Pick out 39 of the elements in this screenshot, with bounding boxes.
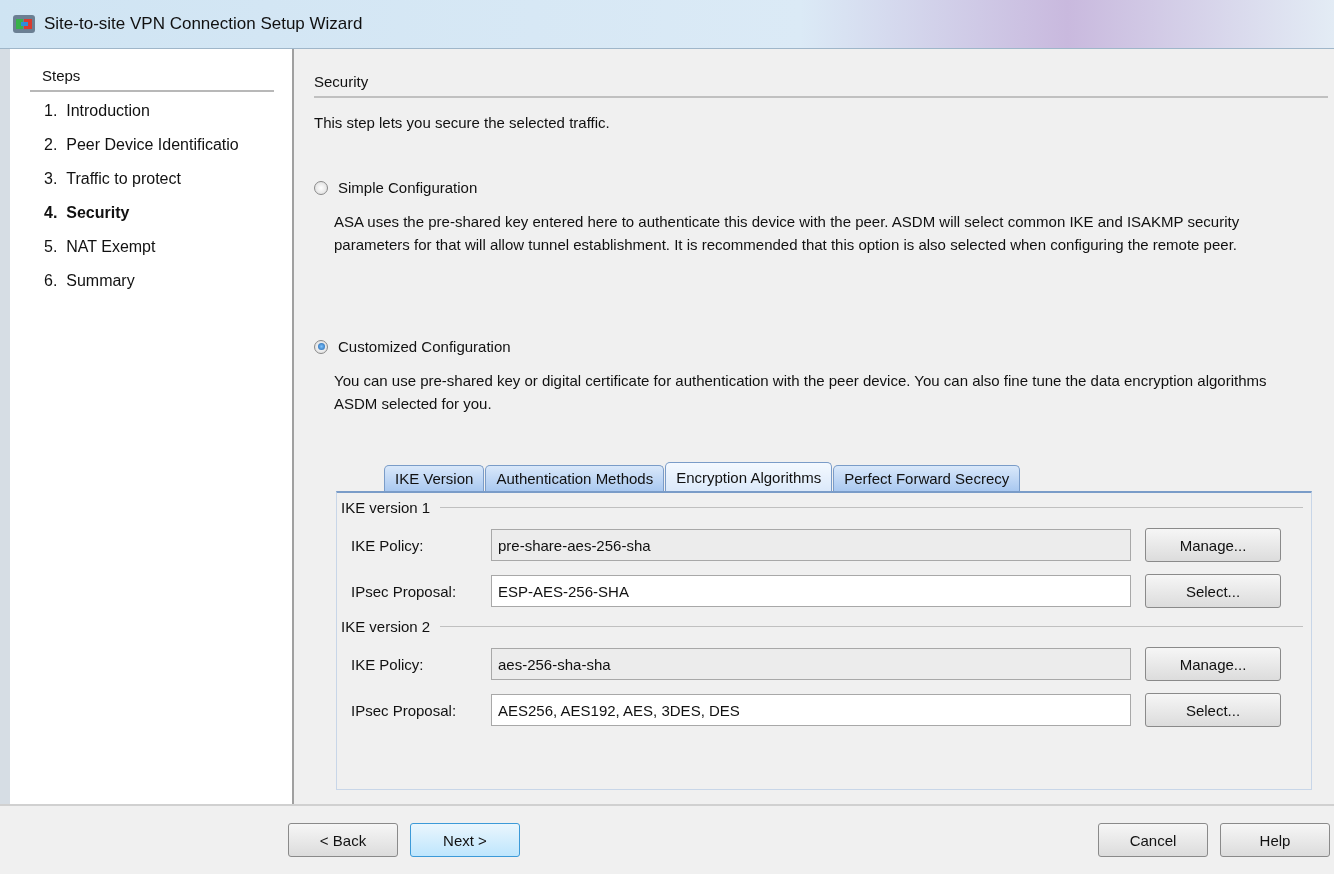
- option-description: ASA uses the pre-shared key entered here to authenticate this device with the peer. ASDM will select common IKE and ISAKMP security parameters for that will allow tunnel establishment. It is recommended that this option is also selected when configuring the remote peer.: [334, 212, 1241, 255]
- input-field[interactable]: AES256, AES192, AES, 3DES, DES: [491, 694, 1131, 726]
- option-label[interactable]: Simple Configuration: [338, 179, 478, 196]
- group-title: IKE version 1: [341, 499, 431, 516]
- network-app-icon: [12, 13, 36, 35]
- step-item[interactable]: 4. Security: [44, 204, 292, 222]
- step-item[interactable]: 6. Summary: [44, 272, 292, 290]
- option-description: You can use pre-shared key or digital certificate for authentication with the peer device. You can also fine tune the data encryption algorithms ASDM selected for you.: [334, 371, 1268, 414]
- cancel-button[interactable]: Cancel: [1098, 823, 1208, 857]
- page-heading: Security: [314, 73, 1328, 98]
- input-field[interactable]: ESP-AES-256-SHA: [491, 575, 1131, 607]
- step-item[interactable]: 2. Peer Device Identificatio: [44, 136, 292, 154]
- manage-button[interactable]: Manage...: [1145, 528, 1281, 562]
- select-button[interactable]: Select...: [1145, 693, 1281, 727]
- option-label[interactable]: Customized Configuration: [338, 338, 511, 355]
- radio-button[interactable]: [314, 180, 328, 195]
- step-item[interactable]: 5. NAT Exempt: [44, 238, 292, 256]
- tab[interactable]: Encryption Algorithms: [665, 462, 833, 491]
- tab[interactable]: Authentication Methods: [485, 465, 665, 491]
- next-button[interactable]: Next >: [410, 823, 520, 857]
- field-label: IPsec Proposal:: [351, 582, 458, 600]
- tab[interactable]: IKE Version: [384, 465, 485, 491]
- step-item[interactable]: 1. Introduction: [44, 102, 292, 120]
- input-field[interactable]: pre-share-aes-256-sha: [491, 529, 1131, 561]
- window-title: Site-to-site VPN Connection Setup Wizard: [44, 14, 363, 34]
- intro-text: This step lets you secure the selected traffic.: [314, 114, 611, 131]
- group-title: IKE version 2: [341, 618, 431, 635]
- steps-heading: Steps: [30, 63, 274, 92]
- manage-button[interactable]: Manage...: [1145, 647, 1281, 681]
- radio-button[interactable]: [314, 339, 328, 354]
- input-field[interactable]: aes-256-sha-sha: [491, 648, 1131, 680]
- tab[interactable]: Perfect Forward Secrecy: [833, 465, 1021, 491]
- select-button[interactable]: Select...: [1145, 574, 1281, 608]
- help-button[interactable]: Help: [1220, 823, 1330, 857]
- back-button[interactable]: < Back: [288, 823, 398, 857]
- field-label: IPsec Proposal:: [351, 701, 458, 719]
- field-label: IKE Policy:: [351, 536, 425, 554]
- field-label: IKE Policy:: [351, 655, 425, 673]
- step-item[interactable]: 3. Traffic to protect: [44, 170, 292, 188]
